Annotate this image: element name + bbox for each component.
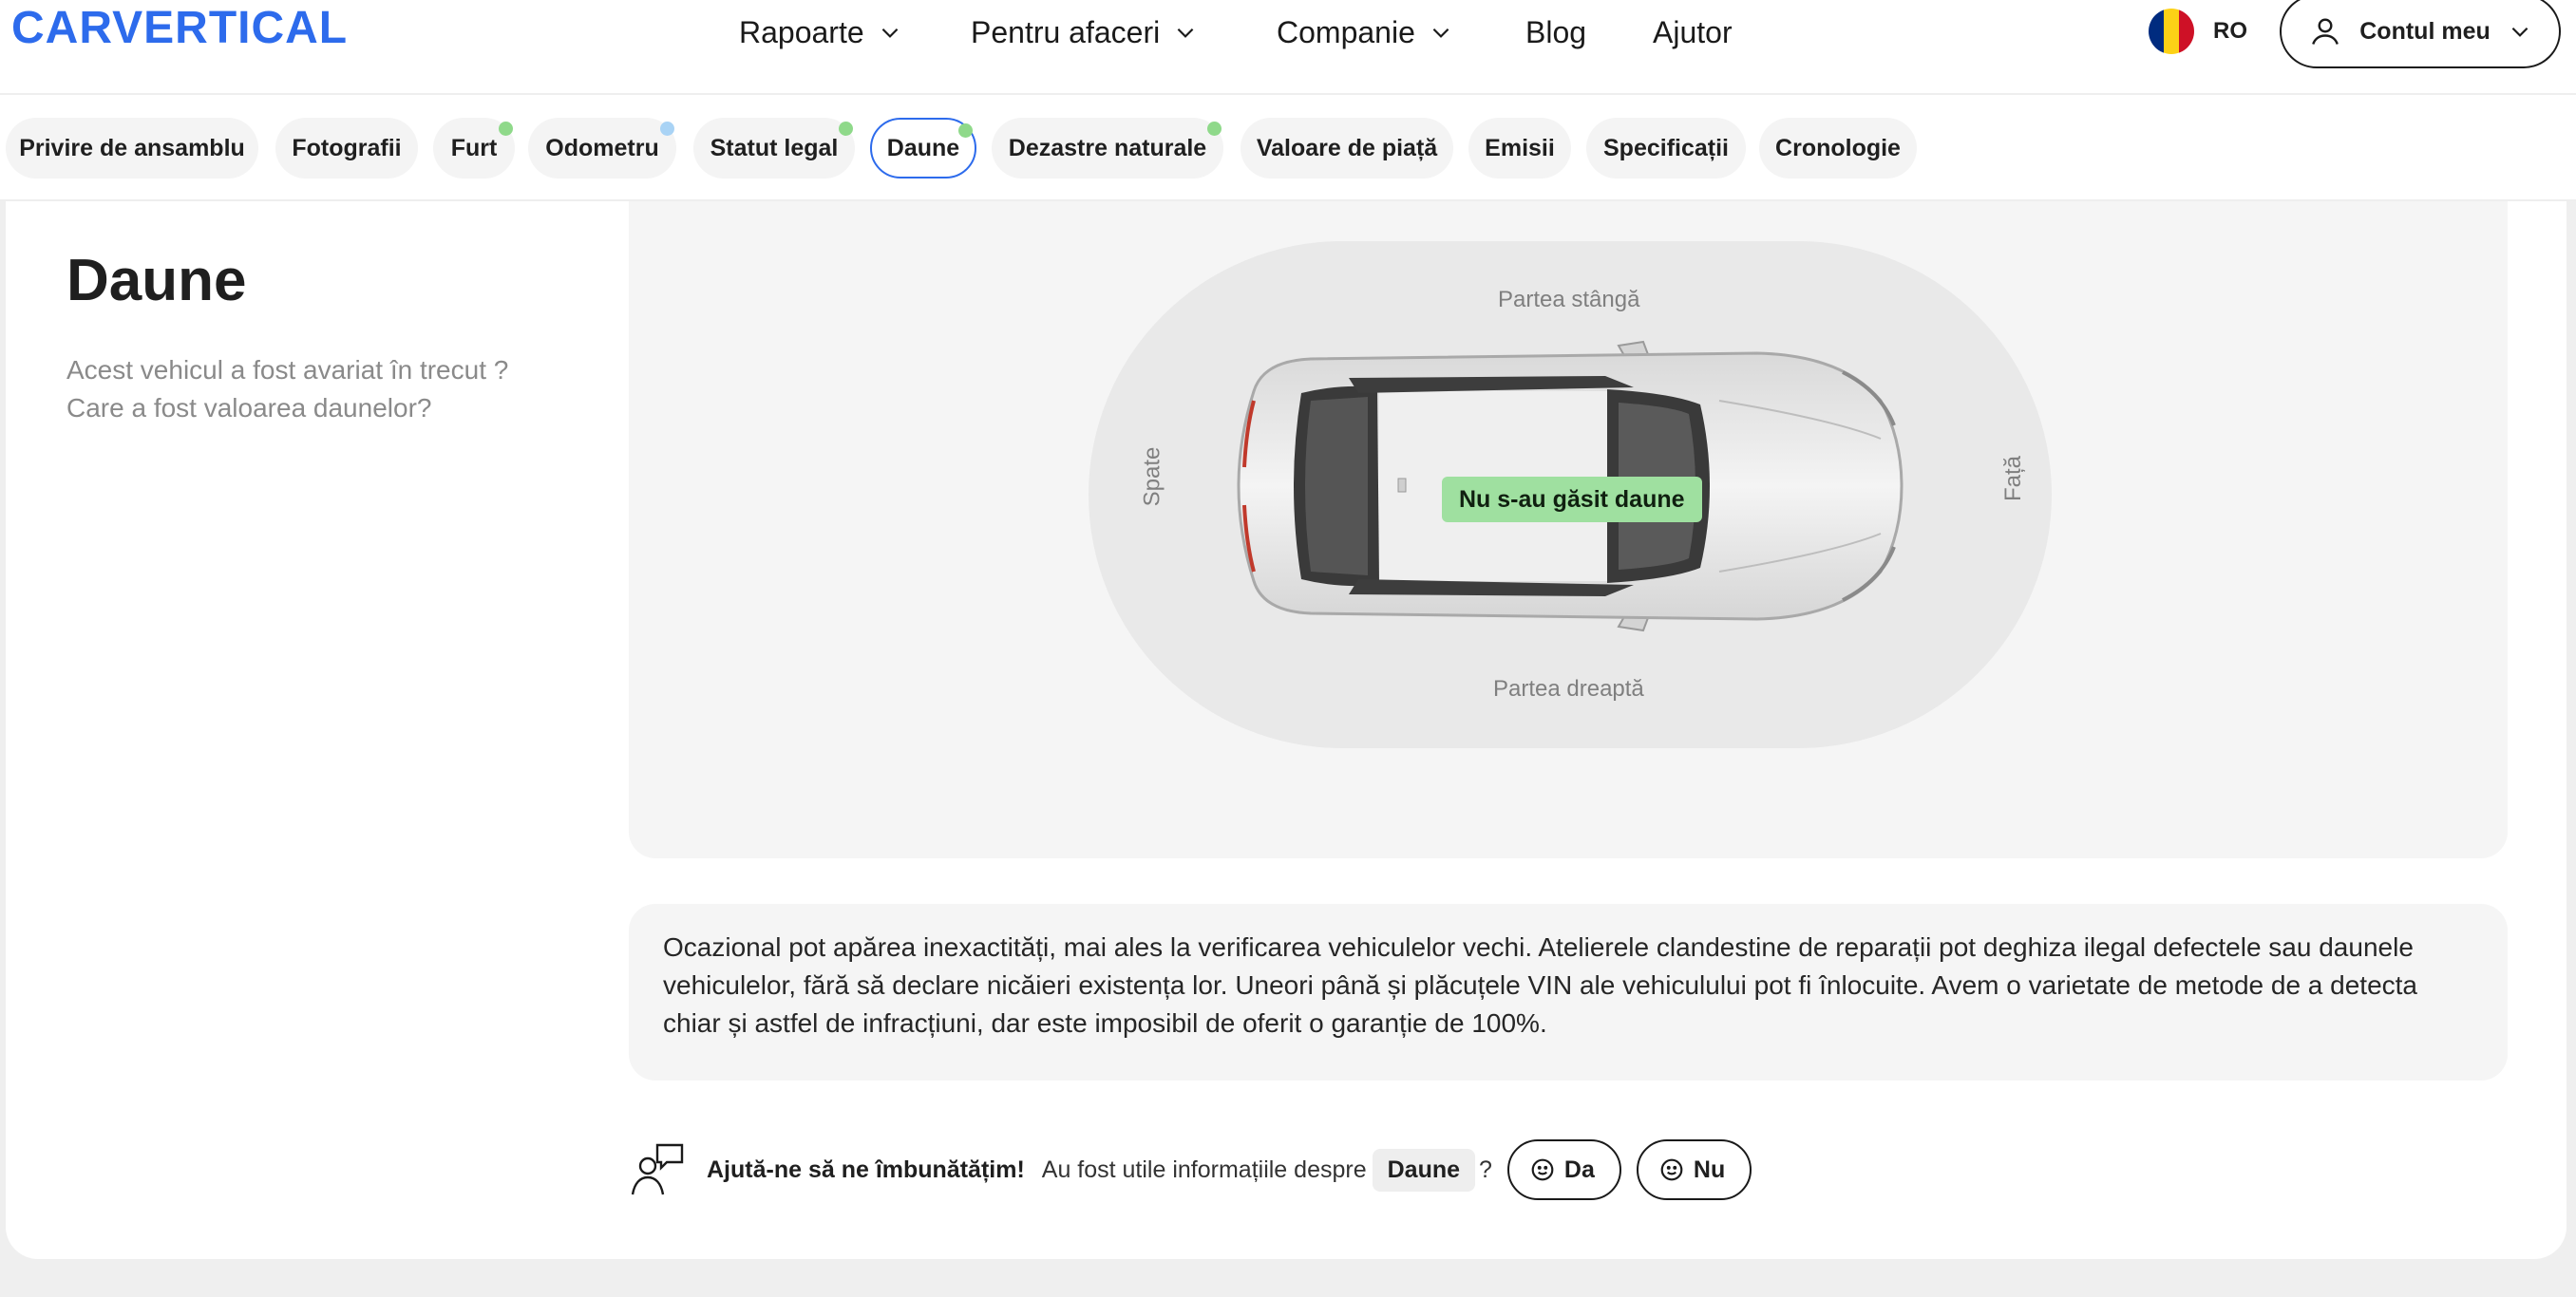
feedback-question-mark: ?	[1479, 1156, 1492, 1183]
tab-statut-legal[interactable]: Statut legal	[693, 118, 855, 179]
label-right-side: Partea dreaptă	[1493, 676, 1644, 702]
label-left-side: Partea stângă	[1498, 287, 1640, 312]
tab-valoare-de-piata[interactable]: Valoare de piață	[1241, 118, 1453, 179]
feedback-question: Au fost utile informațiile despre	[1041, 1156, 1367, 1183]
feedback-row: Ajută-ne să ne îmbunătățim! Au fost util…	[629, 1136, 1767, 1204]
tab-dezastre-naturale[interactable]: Dezastre naturale	[992, 118, 1223, 179]
tab-specificatii[interactable]: Specificații	[1586, 118, 1746, 179]
language-selector[interactable]: RO	[2149, 8, 2247, 55]
nav-blog[interactable]: Blog	[1525, 13, 1586, 51]
status-dot	[1207, 122, 1222, 136]
top-navigation: CARVERTICAL Rapoarte Pentru afaceri Comp…	[0, 0, 2576, 95]
section-subtitle: Acest vehicul a fost avariat în trecut ?…	[66, 351, 598, 427]
feedback-yes-label: Da	[1563, 1156, 1595, 1183]
tab-odometru[interactable]: Odometru	[528, 118, 676, 179]
account-label: Contul meu	[2359, 17, 2491, 45]
nav-pentru-afaceri[interactable]: Pentru afaceri	[971, 13, 1198, 51]
language-code: RO	[2213, 18, 2247, 44]
chevron-down-icon	[2511, 27, 2529, 37]
nav-rapoarte-label: Rapoarte	[739, 14, 864, 49]
feedback-topic-chip: Daune	[1372, 1148, 1476, 1192]
status-dot	[958, 123, 973, 138]
tab-label: Emisii	[1485, 134, 1555, 161]
chevron-down-icon	[881, 28, 898, 38]
tab-fotografii[interactable]: Fotografii	[275, 118, 418, 179]
tab-cronologie[interactable]: Cronologie	[1759, 118, 1917, 179]
damage-section: Daune Acest vehicul a fost avariat în tr…	[6, 201, 2567, 1259]
report-section-tabs: Privire de ansamblu Fotografii Furt Odom…	[0, 95, 2576, 201]
chevron-down-icon	[1177, 28, 1194, 38]
tab-label: Specificații	[1603, 134, 1729, 161]
status-dot	[839, 122, 853, 136]
feedback-no-button[interactable]: Nu	[1636, 1139, 1752, 1200]
person-speech-bubble-icon	[631, 1143, 684, 1195]
accuracy-disclaimer: Ocazional pot apărea inexactități, mai a…	[629, 904, 2508, 1081]
feedback-yes-button[interactable]: Da	[1506, 1139, 1621, 1200]
status-dot	[499, 122, 513, 136]
tab-label: Fotografii	[292, 134, 402, 161]
nav-ajutor-label: Ajutor	[1653, 14, 1733, 49]
feedback-no-label: Nu	[1693, 1156, 1726, 1183]
nav-blog-label: Blog	[1525, 14, 1587, 49]
nav-companie[interactable]: Companie	[1277, 13, 1453, 51]
nav-pentru-afaceri-label: Pentru afaceri	[971, 14, 1161, 49]
status-dot	[660, 122, 674, 136]
tab-label: Dezastre naturale	[1008, 134, 1207, 161]
tab-daune[interactable]: Daune	[870, 118, 976, 179]
tab-label: Daune	[886, 134, 960, 161]
tab-emisii[interactable]: Emisii	[1468, 118, 1571, 179]
tab-label: Cronologie	[1775, 134, 1901, 161]
label-front: Față	[2000, 455, 2027, 502]
tab-label: Odometru	[545, 134, 659, 161]
carvertical-logo[interactable]: CARVERTICAL	[11, 2, 348, 54]
nav-ajutor[interactable]: Ajutor	[1653, 13, 1733, 51]
section-title: Daune	[66, 248, 247, 313]
tab-privire-de-ansamblu[interactable]: Privire de ansamblu	[6, 118, 258, 179]
tab-label: Furt	[450, 134, 498, 161]
no-damage-status-badge: Nu s-au găsit daune	[1442, 477, 1702, 522]
account-button[interactable]: Contul meu	[2280, 0, 2561, 68]
damage-diagram-panel: Partea stângă Partea dreaptă Spate Față	[629, 201, 2508, 858]
chevron-down-icon	[1432, 28, 1449, 38]
tab-label: Privire de ansamblu	[19, 134, 245, 161]
subtitle-line-2: Care a fost valoarea daunelor?	[66, 393, 432, 423]
feedback-prompt: Ajută-ne să ne îmbunătățim!	[707, 1156, 1025, 1183]
nav-companie-label: Companie	[1277, 14, 1415, 49]
user-icon	[2312, 18, 2339, 45]
tab-furt[interactable]: Furt	[433, 118, 515, 179]
tab-label: Valoare de piață	[1256, 134, 1438, 161]
romania-flag-icon	[2149, 9, 2194, 54]
label-rear: Spate	[1139, 446, 1165, 507]
tab-label: Statut legal	[710, 134, 839, 161]
smile-icon	[1660, 1158, 1683, 1181]
nav-rapoarte[interactable]: Rapoarte	[739, 13, 902, 51]
subtitle-line-1: Acest vehicul a fost avariat în trecut ?	[66, 355, 509, 385]
smile-icon	[1531, 1158, 1554, 1181]
